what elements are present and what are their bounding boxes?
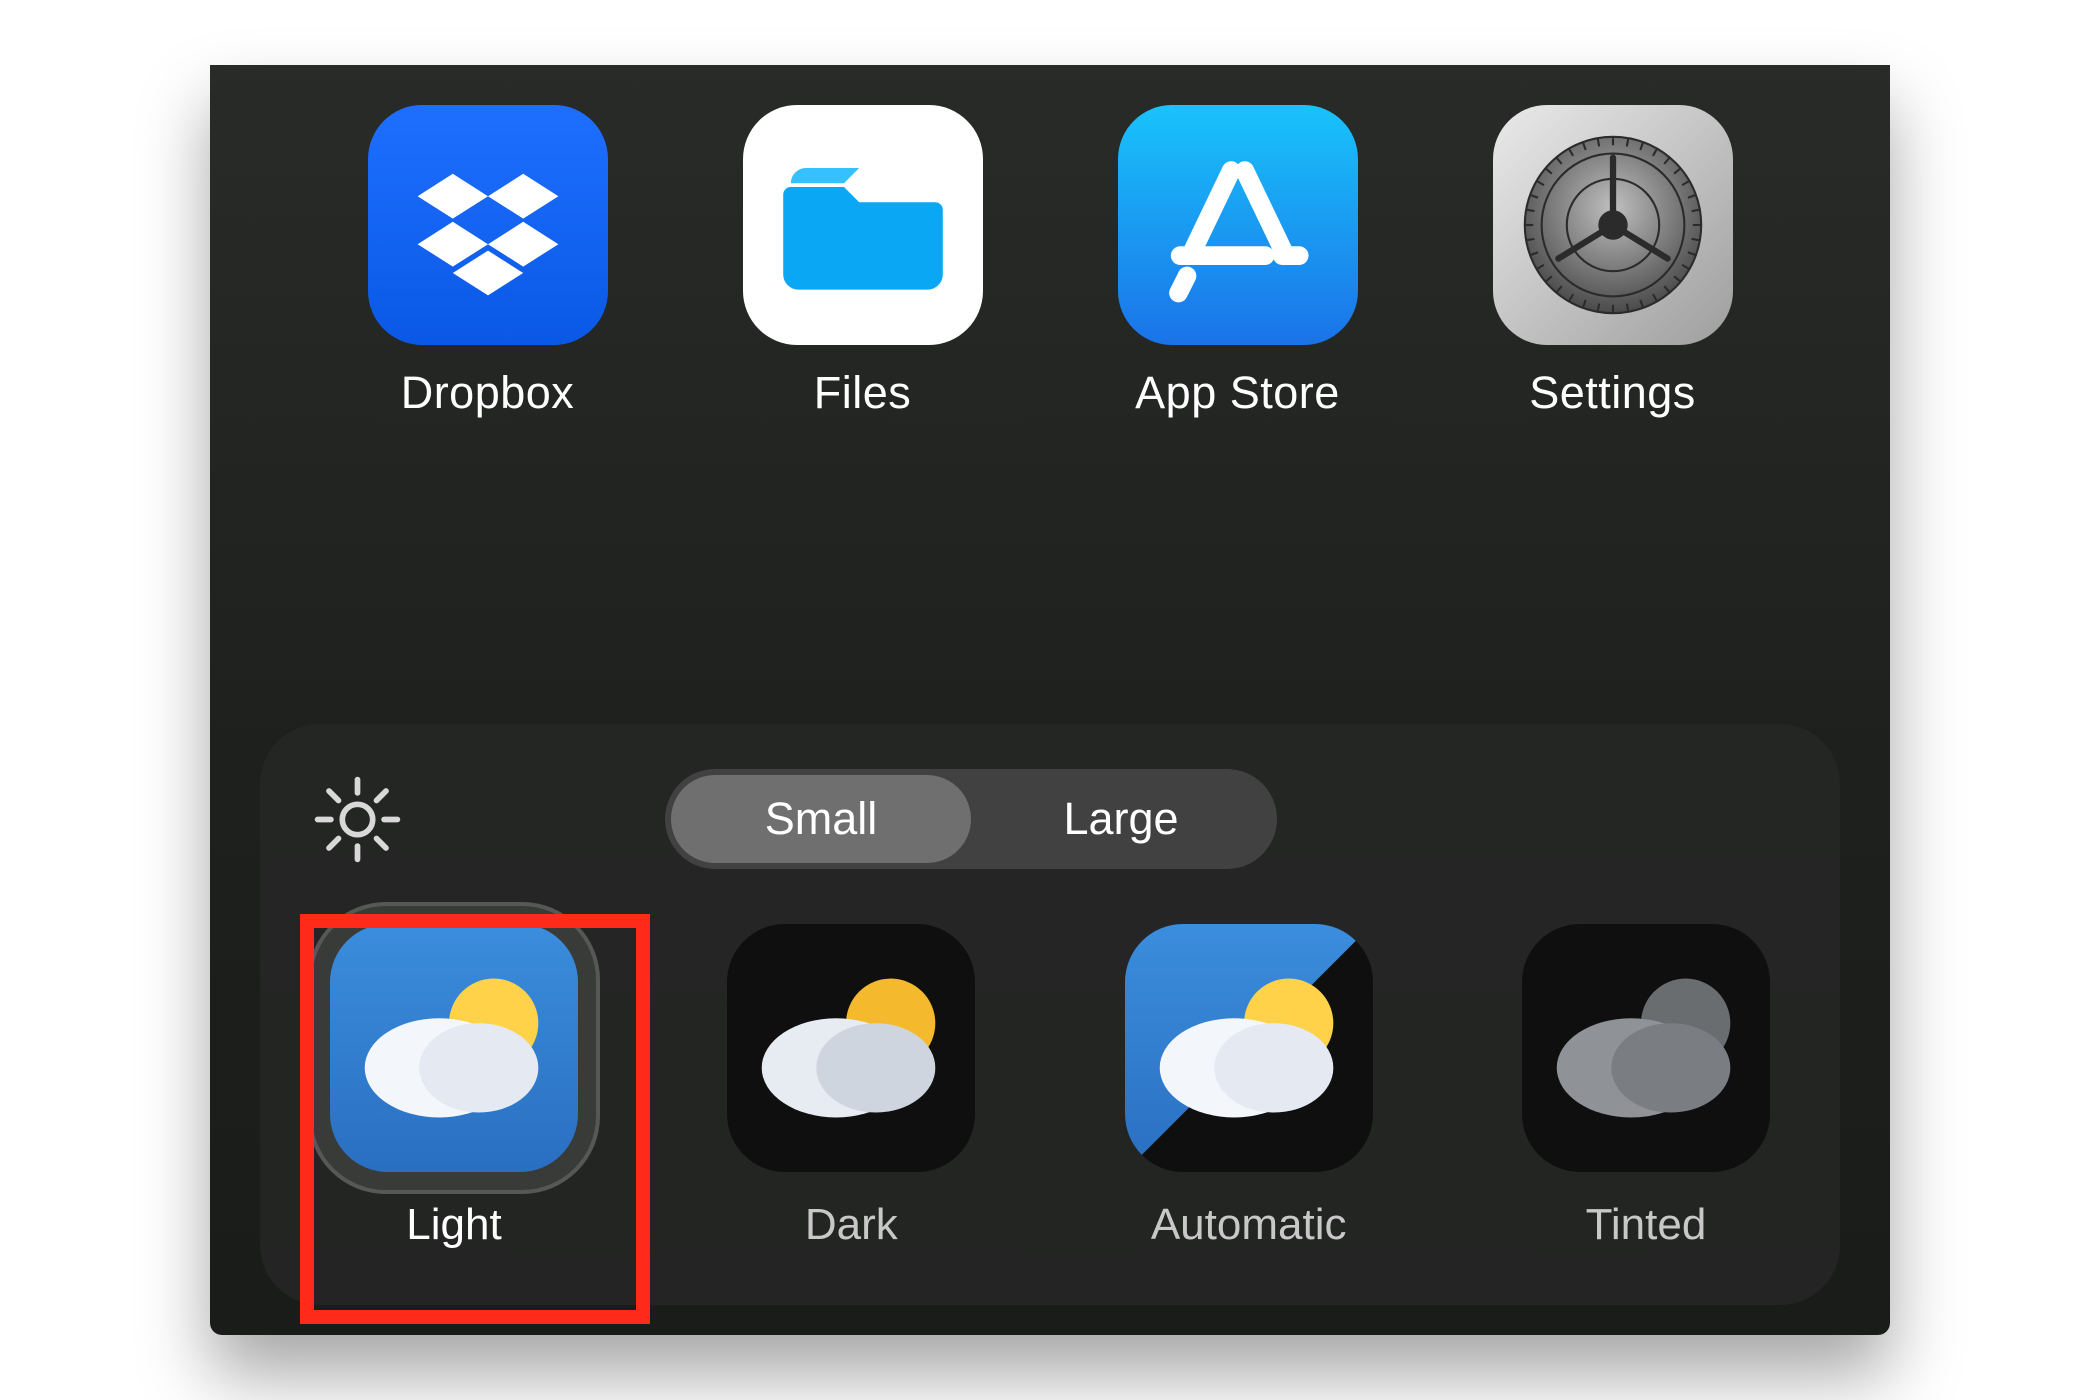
theme-label: Tinted [1586,1200,1707,1250]
weather-light-icon [330,924,578,1172]
weather-tinted-icon [1522,924,1770,1172]
customize-tray: Small Large Light [260,724,1840,1305]
app-icon-row: Dropbox Files [210,105,1890,419]
theme-option-automatic[interactable]: Automatic [1125,924,1373,1250]
appstore-icon [1118,105,1358,345]
theme-option-dark[interactable]: Dark [727,924,975,1250]
files-icon [743,105,983,345]
app-label: App Store [1135,367,1340,419]
app-label: Dropbox [401,367,575,419]
app-dropbox[interactable]: Dropbox [368,105,608,419]
icon-size-segmented: Small Large [665,769,1277,869]
settings-icon [1493,105,1733,345]
theme-label: Dark [805,1200,898,1250]
app-label: Settings [1529,367,1696,419]
app-settings[interactable]: Settings [1493,105,1733,419]
tray-top-row: Small Large [310,769,1790,869]
theme-label: Light [406,1200,501,1250]
theme-row: Light Dark [310,924,1790,1250]
app-appstore[interactable]: App Store [1118,105,1358,419]
segment-large[interactable]: Large [971,775,1271,863]
weather-automatic-icon [1125,924,1373,1172]
theme-option-tinted[interactable]: Tinted [1522,924,1770,1250]
theme-label: Automatic [1151,1200,1347,1250]
theme-option-light[interactable]: Light [330,924,578,1250]
app-files[interactable]: Files [743,105,983,419]
segment-small[interactable]: Small [671,775,971,863]
brightness-icon[interactable] [310,772,405,867]
home-screen-customize-panel: Dropbox Files [210,65,1890,1335]
app-label: Files [814,367,912,419]
weather-dark-icon [727,924,975,1172]
dropbox-icon [368,105,608,345]
